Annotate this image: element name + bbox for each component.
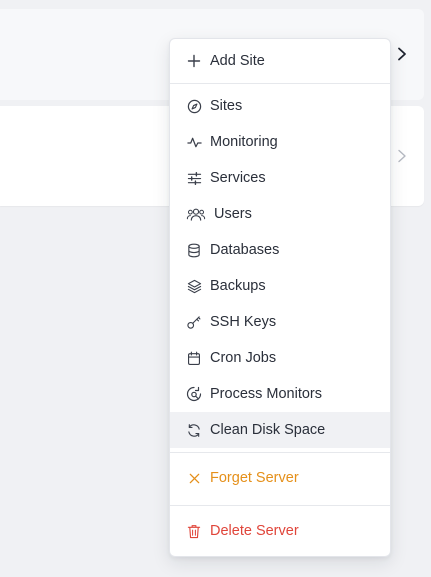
menu-item-label: Forget Server — [210, 470, 299, 486]
database-icon — [186, 242, 202, 258]
menu-item-delete-server[interactable]: Delete Server — [170, 513, 390, 549]
menu-item-label: Cron Jobs — [210, 350, 277, 366]
server-actions-menu: Add Site Sites Monitoring Services Users… — [169, 38, 391, 557]
sliders-icon — [186, 170, 202, 186]
menu-item-users[interactable]: Users — [170, 196, 390, 232]
menu-divider — [170, 505, 390, 506]
menu-item-clean-disk-space[interactable]: Clean Disk Space — [170, 412, 390, 448]
menu-item-forget-server[interactable]: Forget Server — [170, 460, 390, 496]
menu-item-databases[interactable]: Databases — [170, 232, 390, 268]
menu-item-label: Monitoring — [210, 134, 278, 150]
refresh-icon — [186, 422, 202, 438]
menu-divider — [170, 83, 390, 84]
menu-item-label: Services — [210, 170, 266, 186]
page: Add Site Sites Monitoring Services Users… — [0, 0, 431, 577]
menu-item-label: Users — [214, 206, 252, 222]
process-icon — [186, 386, 202, 402]
menu-item-monitoring[interactable]: Monitoring — [170, 124, 390, 160]
menu-item-label: Clean Disk Space — [210, 422, 326, 438]
menu-item-label: Databases — [210, 242, 280, 258]
menu-item-label: Add Site — [210, 53, 265, 69]
menu-divider — [170, 452, 390, 453]
menu-item-add-site[interactable]: Add Site — [170, 43, 390, 79]
compass-icon — [186, 98, 202, 114]
menu-item-label: SSH Keys — [210, 314, 277, 330]
menu-item-ssh-keys[interactable]: SSH Keys — [170, 304, 390, 340]
key-icon — [186, 314, 202, 330]
menu-item-label: Sites — [210, 98, 243, 114]
menu-item-backups[interactable]: Backups — [170, 268, 390, 304]
menu-item-process-monitors[interactable]: Process Monitors — [170, 376, 390, 412]
chevron-right-icon[interactable] — [396, 47, 408, 61]
menu-item-label: Backups — [210, 278, 266, 294]
menu-item-cron-jobs[interactable]: Cron Jobs — [170, 340, 390, 376]
menu-item-label: Process Monitors — [210, 386, 323, 402]
activity-icon — [186, 134, 202, 150]
users-icon — [186, 206, 206, 222]
menu-item-label: Delete Server — [210, 523, 299, 539]
plus-icon — [186, 53, 202, 69]
close-icon — [186, 470, 202, 486]
menu-item-services[interactable]: Services — [170, 160, 390, 196]
trash-icon — [186, 523, 202, 539]
chevron-right-icon[interactable] — [396, 149, 408, 163]
menu-item-sites[interactable]: Sites — [170, 88, 390, 124]
calendar-icon — [186, 350, 202, 366]
layers-icon — [186, 278, 202, 294]
